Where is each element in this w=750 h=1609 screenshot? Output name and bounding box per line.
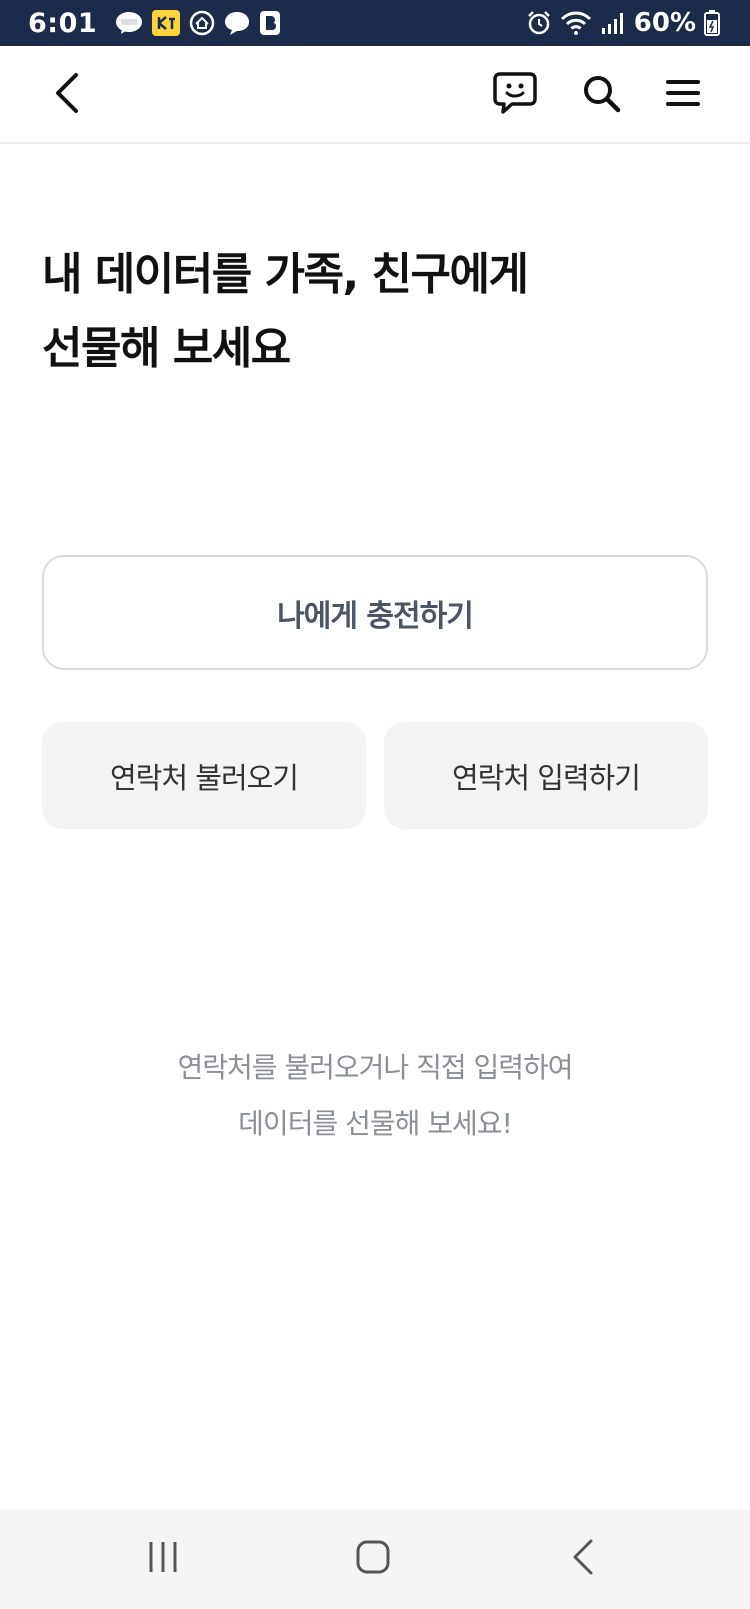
home-icon (189, 10, 215, 36)
page-title: 내 데이터를 가족, 친구에게 선물해 보세요 (42, 238, 702, 386)
search-icon (581, 73, 621, 117)
chat-bubble-icon (223, 10, 251, 36)
kakaotalk-icon (115, 11, 143, 35)
input-contact-button[interactable]: 연락처 입력하기 (384, 722, 708, 829)
b-badge-icon (259, 10, 281, 36)
chat-button[interactable] (490, 70, 540, 120)
back-button[interactable] (42, 70, 92, 120)
kakaopay-icon (151, 9, 181, 37)
hint-text: 연락처를 불러오거나 직접 입력하여 데이터를 선물해 보세요! (0, 1040, 750, 1152)
alarm-icon (526, 10, 552, 36)
home-button-icon (355, 1539, 391, 1579)
page-title-line2: 선물해 보세요 (42, 323, 291, 374)
nav-back-button[interactable] (553, 1534, 613, 1584)
system-nav-bar (0, 1509, 750, 1609)
status-right: 60% (526, 8, 720, 38)
chat-smile-icon (492, 71, 538, 119)
recent-apps-icon (146, 1540, 180, 1578)
status-bar: 6:01 60% (0, 0, 750, 46)
page-title-line1: 내 데이터를 가족, 친구에게 (42, 249, 529, 300)
search-button[interactable] (576, 70, 626, 120)
wifi-icon (560, 10, 592, 36)
battery-percent: 60% (633, 8, 696, 38)
home-button[interactable] (343, 1534, 403, 1584)
signal-icon (600, 11, 626, 35)
hint-line2: 데이터를 선물해 보세요! (238, 1107, 513, 1140)
load-contacts-button[interactable]: 연락처 불러오기 (42, 722, 366, 829)
app-header (0, 46, 750, 144)
charge-me-button[interactable]: 나에게 충전하기 (42, 555, 708, 670)
battery-icon (704, 10, 720, 36)
recent-apps-button[interactable] (133, 1534, 193, 1584)
status-left: 6:01 (28, 8, 281, 39)
back-arrow-icon (52, 72, 82, 118)
menu-button[interactable] (658, 70, 708, 120)
status-time: 6:01 (28, 7, 98, 39)
hint-line1: 연락처를 불러오거나 직접 입력하여 (177, 1051, 573, 1084)
hamburger-menu-icon (665, 78, 701, 112)
back-icon (571, 1539, 595, 1579)
